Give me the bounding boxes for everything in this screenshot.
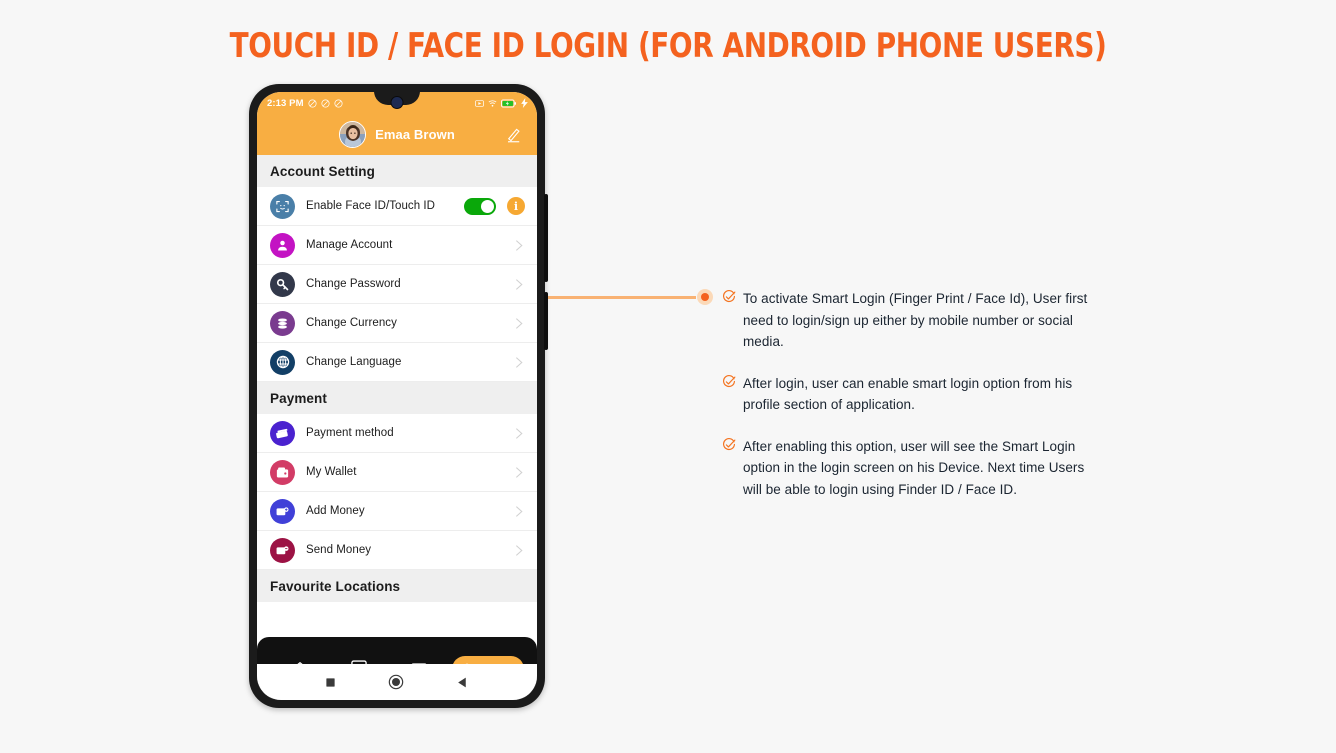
phone-mockup: 2:13 PM Emaa Brown Account Setting Enabl… [249,84,548,708]
add-money-icon [270,498,295,524]
phone-screen: 2:13 PM Emaa Brown Account Setting Enabl… [257,92,537,700]
coins-icon [270,310,295,336]
row-label: Change Language [306,356,402,368]
charging-bolt-icon [521,98,528,108]
settings-list[interactable]: Account Setting Enable Face ID/Touch ID … [257,155,537,700]
vibrate-icon [334,98,343,108]
section-header-favourite-locations: Favourite Locations [257,570,537,602]
row-manage-account[interactable]: Manage Account [257,226,537,265]
row-change-currency[interactable]: Change Currency [257,304,537,343]
row-add-money[interactable]: Add Money [257,492,537,531]
row-send-money[interactable]: Send Money [257,531,537,570]
chevron-right-icon [515,427,523,439]
row-label: My Wallet [306,466,357,478]
row-payment-method[interactable]: Payment method [257,414,537,453]
wallet-icon [270,459,295,485]
row-change-language[interactable]: Change Language [257,343,537,382]
row-label: Change Currency [306,317,397,329]
power-button[interactable] [544,292,548,350]
callout-notes: To activate Smart Login (Finger Print / … [722,288,1092,500]
app-header: Emaa Brown [257,114,537,155]
globe-icon [270,349,295,375]
chevron-right-icon [515,239,523,251]
pencil-icon[interactable] [505,126,523,144]
front-camera [390,96,404,109]
check-circle-icon [723,374,736,387]
card-icon [270,420,295,446]
square-icon[interactable] [325,677,336,688]
chevron-right-icon [515,505,523,517]
row-label: Payment method [306,427,394,439]
page-title: TOUCH ID / FACE ID LOGIN (FOR ANDROID PH… [229,26,1107,66]
note-item: To activate Smart Login (Finger Print / … [722,288,1092,353]
note-item: After enabling this option, user will se… [722,436,1092,501]
note-text: After enabling this option, user will se… [743,438,1085,497]
status-time: 2:13 PM [267,97,304,109]
row-label: Change Password [306,278,401,290]
check-circle-icon [723,437,736,450]
battery-charging-icon [501,99,516,107]
avatar[interactable] [339,121,367,148]
status-bar: 2:13 PM [257,92,537,114]
note-text: After login, user can enable smart login… [743,375,1073,413]
user-name: Emaa Brown [375,127,455,142]
row-label: Add Money [306,505,365,517]
info-icon[interactable]: i [507,197,525,215]
row-enable-face-id[interactable]: Enable Face ID/Touch ID i [257,187,537,226]
note-item: After login, user can enable smart login… [722,373,1092,416]
chevron-right-icon [515,544,523,556]
row-label: Enable Face ID/Touch ID [306,200,435,212]
mute-icon [308,98,317,108]
chevron-right-icon [515,278,523,290]
connector-line [548,296,696,299]
volume-button[interactable] [544,194,548,282]
face-id-icon [270,193,295,219]
row-my-wallet[interactable]: My Wallet [257,453,537,492]
send-money-icon [270,537,295,563]
note-text: To activate Smart Login (Finger Print / … [743,291,1088,349]
row-label: Manage Account [306,239,393,251]
chevron-right-icon [515,356,523,368]
row-label: Send Money [306,544,372,556]
wifi-icon [488,99,497,107]
dnd-icon [321,98,330,108]
connector-dot [697,289,713,305]
chevron-right-icon [515,317,523,329]
section-header-account-setting: Account Setting [257,155,537,187]
check-circle-icon [723,290,736,302]
triangle-back-icon[interactable] [456,676,469,689]
circle-icon[interactable] [388,674,404,690]
user-circle-icon [270,232,295,258]
chevron-right-icon [515,466,523,478]
toggle-knob [481,199,494,213]
key-icon [270,271,295,297]
row-change-password[interactable]: Change Password [257,265,537,304]
android-nav-bar[interactable] [257,664,537,700]
face-id-toggle[interactable] [464,197,496,215]
section-header-payment: Payment [257,382,537,414]
screenshot-icon [475,99,484,107]
